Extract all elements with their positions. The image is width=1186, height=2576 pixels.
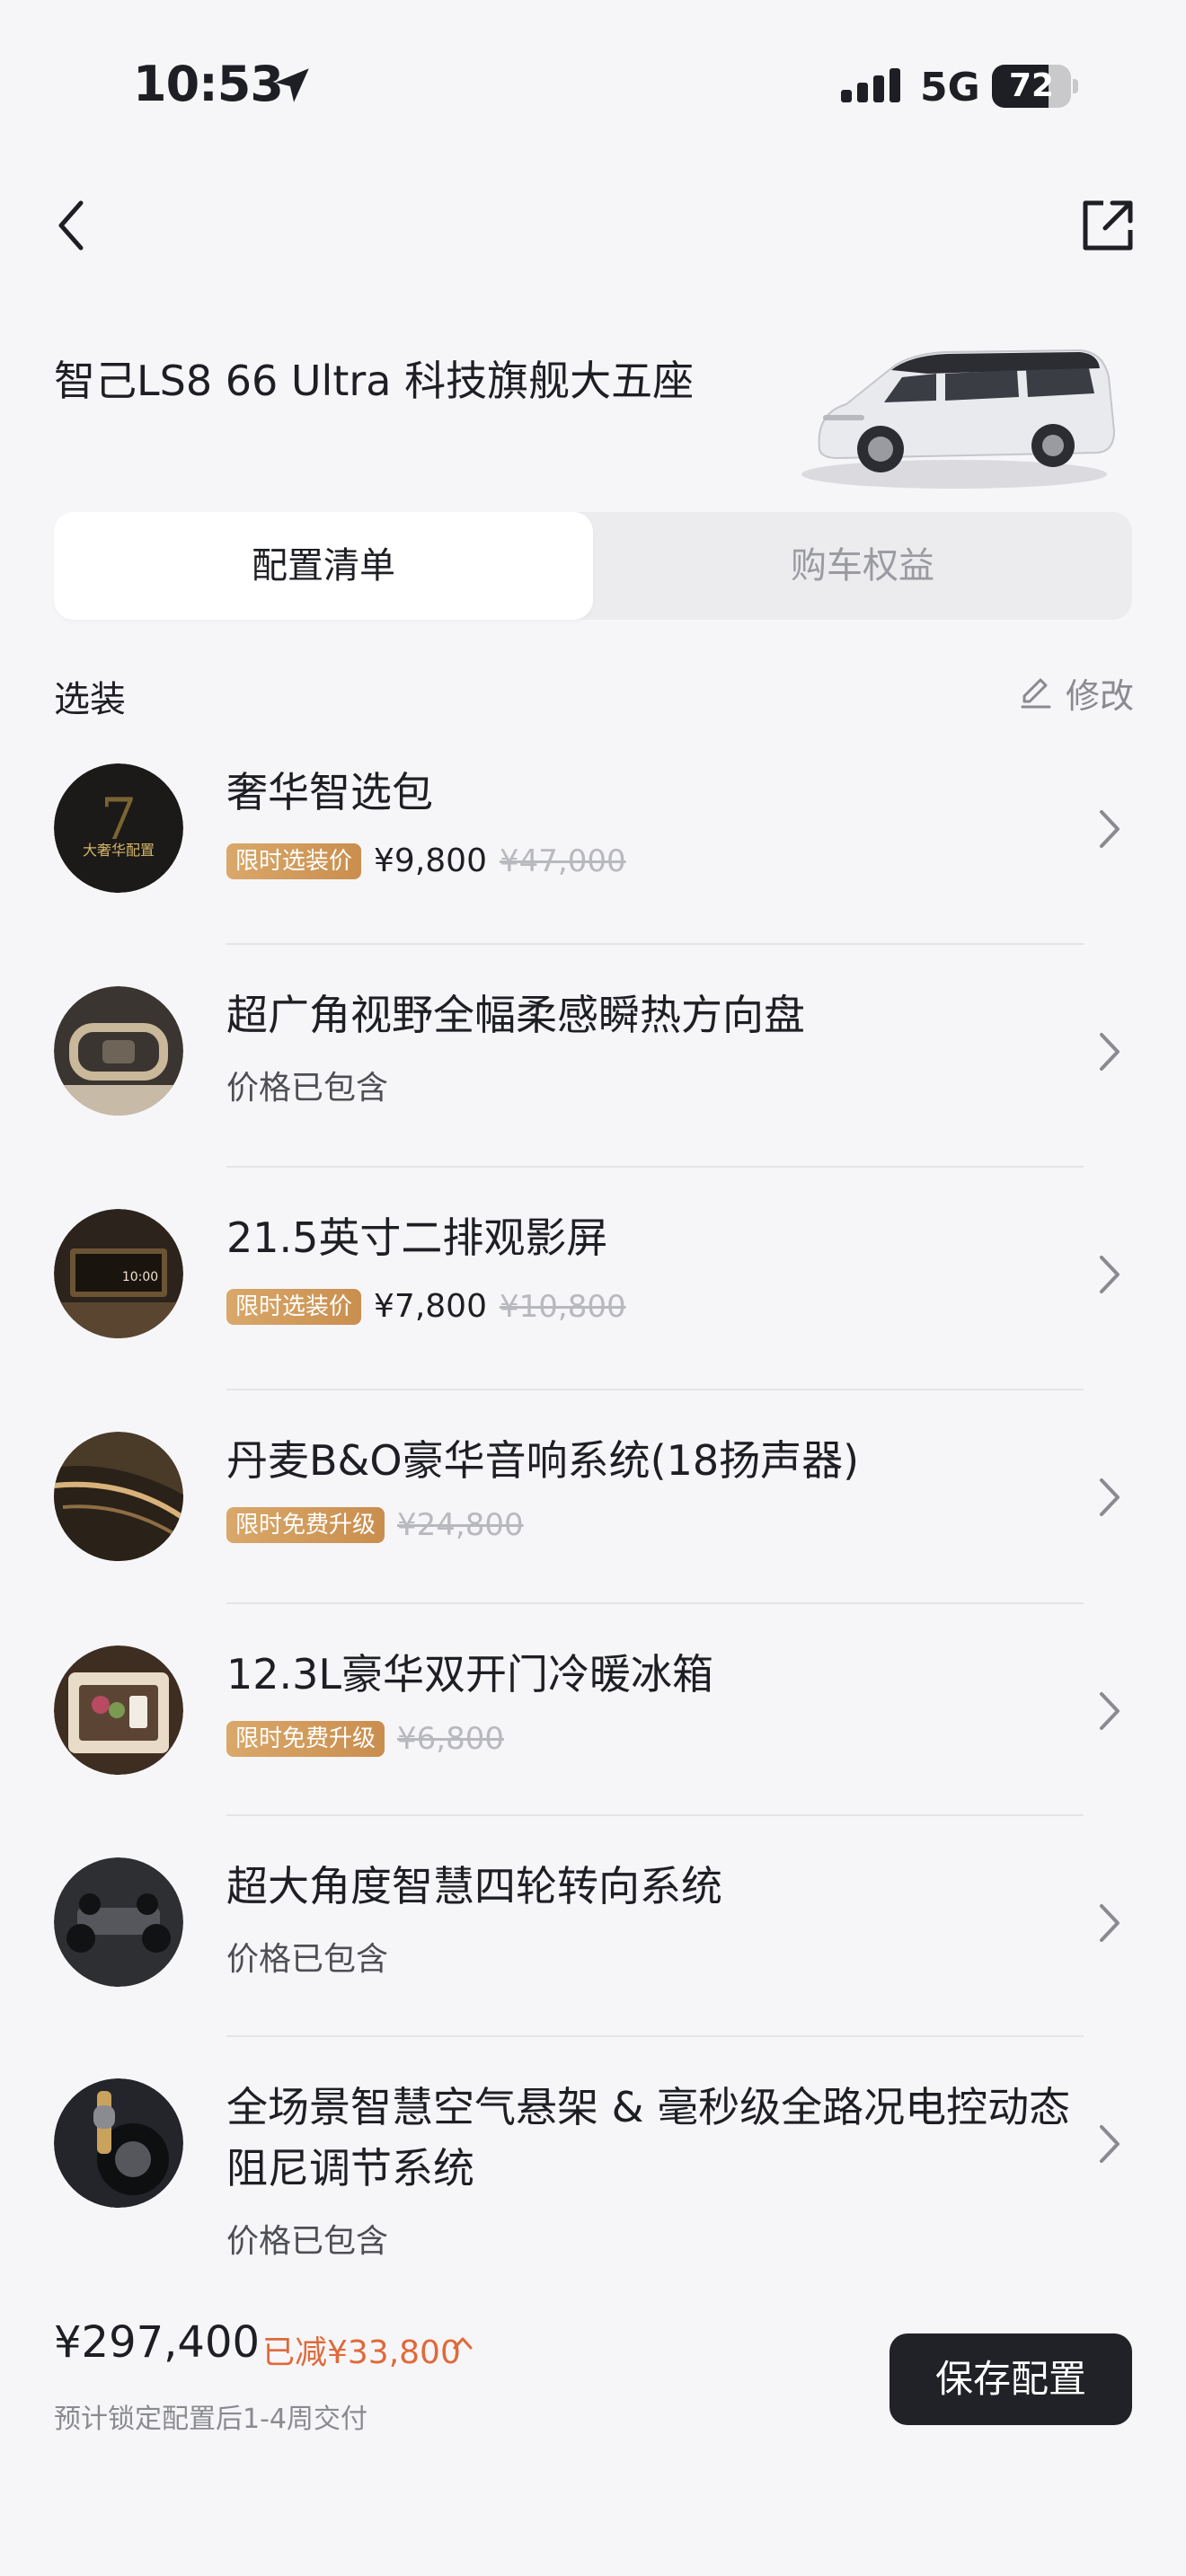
luxury-pack-thumbnail: 7 大奢华配置 — [54, 763, 183, 893]
divider — [226, 1602, 1084, 1604]
option-name: 超大角度智慧四轮转向系统 — [226, 1862, 722, 1910]
battery-icon: 72 — [992, 65, 1078, 108]
edit-label: 修改 — [1066, 675, 1135, 716]
discount-toggle[interactable]: 已减¥33,800 — [262, 2326, 461, 2373]
chevron-up-icon[interactable] — [449, 2330, 476, 2357]
audio-system-thumbnail — [54, 1432, 183, 1561]
chevron-right-icon — [1100, 1692, 1120, 1730]
option-name: 21.5英寸二排观影屏 — [226, 1213, 608, 1262]
status-time: 10:53 — [133, 56, 284, 112]
promo-tag: 限时免费升级 — [226, 1507, 385, 1543]
status-bar: 10:53 5G 72 — [0, 0, 1186, 171]
promo-tag: 限时免费升级 — [226, 1721, 385, 1757]
divider — [226, 1814, 1084, 1816]
edit-button[interactable]: 修改 — [1017, 670, 1135, 716]
chevron-right-icon — [1100, 810, 1120, 848]
battery-percent: 72 — [1008, 67, 1055, 104]
option-name: 奢华智选包 — [226, 768, 433, 816]
promo-tag: 限时选装价 — [226, 842, 362, 879]
option-name: 丹麦B&O豪华音响系统(18扬声器) — [226, 1436, 860, 1485]
tab-purchase-benefits[interactable]: 购车权益 — [593, 512, 1132, 620]
tab-bar: 配置清单 购车权益 — [54, 512, 1132, 620]
cellular-signal-icon — [841, 68, 900, 102]
option-price: ¥7,800 — [374, 1288, 487, 1325]
total-price: ¥297,400 — [54, 2317, 261, 2368]
divider — [226, 1389, 1084, 1390]
divider — [226, 1166, 1084, 1168]
option-name: 全场景智慧空气悬架 & 毫秒级全路况电控动态阻尼调节系统 — [226, 2083, 1071, 2192]
car-title: 智己LS8 66 Ultra 科技旗舰大五座 — [54, 357, 695, 405]
car-image — [801, 348, 1116, 489]
option-included: 价格已包含 — [226, 2223, 389, 2260]
option-name: 12.3L豪华双开门冷暖冰箱 — [226, 1650, 714, 1698]
rear-screen-thumb-text: 10:00 — [122, 1270, 158, 1284]
chevron-right-icon — [1100, 1478, 1120, 1516]
share-button[interactable] — [1078, 196, 1137, 255]
delivery-note: 预计锁定配置后1-4周交付 — [54, 2404, 367, 2435]
pencil-icon — [1021, 678, 1051, 709]
suspension-thumbnail — [54, 2078, 183, 2208]
option-original-price: ¥6,800 — [397, 1721, 504, 1757]
tab-config-list[interactable]: 配置清单 — [54, 512, 593, 620]
promo-tag: 限时选装价 — [226, 1288, 362, 1325]
option-original-price: ¥47,000 — [499, 842, 626, 879]
divider — [226, 2035, 1084, 2037]
chassis-thumbnail — [54, 1857, 183, 1987]
option-name: 超广角视野全幅柔感瞬热方向盘 — [226, 991, 805, 1039]
network-type: 5G — [920, 65, 980, 110]
steering-wheel-thumbnail — [54, 986, 183, 1116]
luxury-pack-thumb-text: 大奢华配置 — [83, 842, 155, 859]
option-original-price: ¥24,800 — [397, 1507, 524, 1543]
back-button[interactable] — [50, 196, 95, 255]
location-arrow-icon — [275, 68, 309, 102]
chevron-right-icon — [1100, 2125, 1120, 2163]
divider — [226, 943, 1084, 945]
chevron-right-icon — [1100, 1033, 1120, 1071]
option-original-price: ¥10,800 — [499, 1288, 626, 1325]
option-included: 价格已包含 — [226, 1070, 389, 1107]
section-title: 选装 — [54, 679, 126, 720]
chevron-right-icon — [1100, 1256, 1120, 1293]
save-config-button[interactable]: 保存配置 — [890, 2333, 1132, 2425]
chevron-right-icon — [1100, 1904, 1120, 1942]
fridge-thumbnail — [54, 1645, 183, 1775]
option-price: ¥9,800 — [374, 842, 487, 879]
rear-screen-thumbnail: 10:00 — [54, 1209, 183, 1338]
option-included: 价格已包含 — [226, 1941, 389, 1978]
